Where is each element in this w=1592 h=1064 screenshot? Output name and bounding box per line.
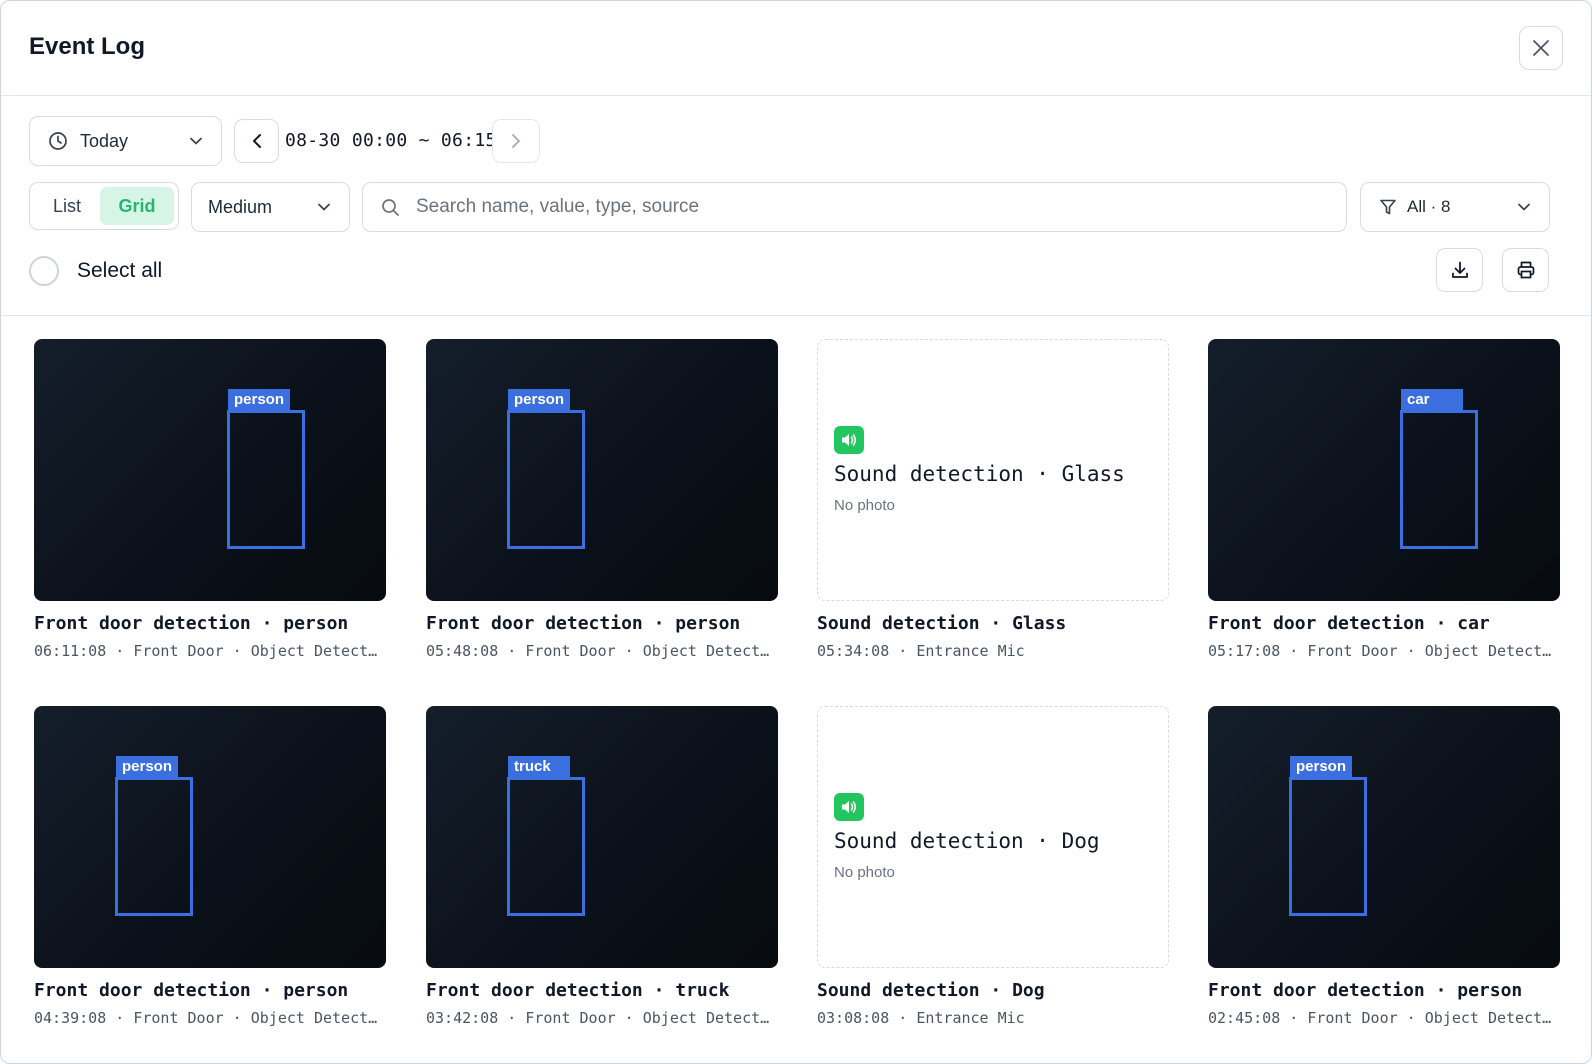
next-range-button[interactable] xyxy=(492,119,540,163)
event-title: Front door detection · person xyxy=(34,980,349,1001)
event-thumbnail[interactable]: person xyxy=(34,339,386,601)
event-meta: 06:11:08 · Front Door · Object Detection xyxy=(34,642,386,660)
chevron-left-icon xyxy=(252,134,261,148)
event-title: Sound detection · Dog xyxy=(817,980,1045,1001)
select-all-label: Select all xyxy=(77,259,163,282)
event-grid: person Front door detection · person 06:… xyxy=(1,315,1591,1063)
speaker-icon xyxy=(834,793,864,821)
chevron-down-icon xyxy=(190,137,202,145)
print-button[interactable] xyxy=(1502,248,1549,292)
detection-label: car xyxy=(1401,389,1463,411)
no-photo-label: No photo xyxy=(834,497,895,514)
chevron-down-icon xyxy=(1518,203,1530,211)
event-title: Front door detection · truck xyxy=(426,980,730,1001)
select-all-checkbox[interactable] xyxy=(29,256,59,286)
detection-box xyxy=(1289,777,1367,916)
chevron-right-icon xyxy=(512,134,520,148)
event-card[interactable]: car Front door detection · car 05:17:08 … xyxy=(1208,339,1560,660)
thumbnail-size-select[interactable]: Medium xyxy=(191,182,350,232)
previous-range-button[interactable] xyxy=(234,119,279,163)
event-log-dialog: Event Log Today 08-30 00:00 ~ 06:15 List… xyxy=(0,0,1592,1064)
detection-label: person xyxy=(228,389,290,411)
event-thumbnail[interactable]: truck xyxy=(426,706,778,968)
event-title: Front door detection · person xyxy=(34,613,349,634)
time-range-value: Today xyxy=(80,130,129,151)
download-icon xyxy=(1451,261,1468,278)
download-button[interactable] xyxy=(1436,248,1483,292)
printer-icon xyxy=(1517,261,1534,279)
close-button[interactable] xyxy=(1519,26,1563,70)
filter-value: All · 8 xyxy=(1407,197,1451,216)
event-title: Front door detection · car xyxy=(1208,613,1490,634)
event-thumbnail[interactable]: person xyxy=(426,339,778,601)
search-input[interactable] xyxy=(414,186,1318,228)
event-card[interactable]: truck Front door detection · truck 03:42… xyxy=(426,706,778,1027)
search-icon xyxy=(382,198,399,216)
close-icon xyxy=(1533,40,1549,56)
chevron-down-icon xyxy=(318,203,330,211)
detection-box xyxy=(227,410,305,549)
event-meta: 05:48:08 · Front Door · Object Detection xyxy=(426,642,778,660)
event-thumbnail[interactable]: car xyxy=(1208,339,1560,601)
event-card[interactable]: person Front door detection · person 05:… xyxy=(426,339,778,660)
event-card[interactable]: Sound detection · Dog No photo Sound det… xyxy=(817,706,1169,1027)
event-meta: 04:39:08 · Front Door · Object Detection xyxy=(34,1009,386,1027)
sound-title: Sound detection · Dog xyxy=(834,829,1100,853)
clock-icon xyxy=(49,132,67,150)
filter-icon xyxy=(1380,199,1396,215)
event-card[interactable]: Sound detection · Glass No photo Sound d… xyxy=(817,339,1169,660)
detection-label: truck xyxy=(508,756,570,778)
toolbar: Today 08-30 00:00 ~ 06:15 List Grid Medi… xyxy=(1,95,1591,316)
detection-box xyxy=(115,777,193,916)
event-meta: 05:34:08 · Entrance Mic xyxy=(817,642,1025,660)
event-card[interactable]: person Front door detection · person 02:… xyxy=(1208,706,1560,1027)
sound-placeholder[interactable]: Sound detection · Glass No photo xyxy=(817,339,1169,601)
event-title: Front door detection · person xyxy=(426,613,741,634)
thumbnail-size-value: Medium xyxy=(208,196,273,217)
sound-title: Sound detection · Glass xyxy=(834,462,1125,486)
event-meta: 03:42:08 · Front Door · Object Detection xyxy=(426,1009,778,1027)
time-range-select[interactable]: Today xyxy=(29,116,222,166)
detection-label: person xyxy=(508,389,570,411)
event-thumbnail[interactable]: person xyxy=(34,706,386,968)
event-meta: 05:17:08 · Front Door · Object Detection xyxy=(1208,642,1560,660)
speaker-icon xyxy=(834,426,864,454)
view-list-tab[interactable]: List xyxy=(34,187,100,225)
view-grid-tab[interactable]: Grid xyxy=(100,187,174,225)
detection-label: person xyxy=(116,756,178,778)
event-meta: 02:45:08 · Front Door · Object Detection xyxy=(1208,1009,1560,1027)
detection-label: person xyxy=(1290,756,1352,778)
dialog-header: Event Log xyxy=(1,1,1591,96)
detection-box xyxy=(507,410,585,549)
sound-placeholder[interactable]: Sound detection · Dog No photo xyxy=(817,706,1169,968)
event-card[interactable]: person Front door detection · person 06:… xyxy=(34,339,386,660)
detection-box xyxy=(507,777,585,916)
date-range-text: 08-30 00:00 ~ 06:15 xyxy=(285,130,497,151)
event-title: Front door detection · person xyxy=(1208,980,1523,1001)
filter-select[interactable]: All · 8 xyxy=(1360,182,1550,232)
event-thumbnail[interactable]: person xyxy=(1208,706,1560,968)
no-photo-label: No photo xyxy=(834,864,895,881)
event-card[interactable]: person Front door detection · person 04:… xyxy=(34,706,386,1027)
dialog-title: Event Log xyxy=(29,33,146,60)
event-title: Sound detection · Glass xyxy=(817,613,1067,634)
search-box xyxy=(362,182,1347,232)
event-meta: 03:08:08 · Entrance Mic xyxy=(817,1009,1025,1027)
view-mode-toggle: List Grid xyxy=(29,182,179,230)
detection-box xyxy=(1400,410,1478,549)
